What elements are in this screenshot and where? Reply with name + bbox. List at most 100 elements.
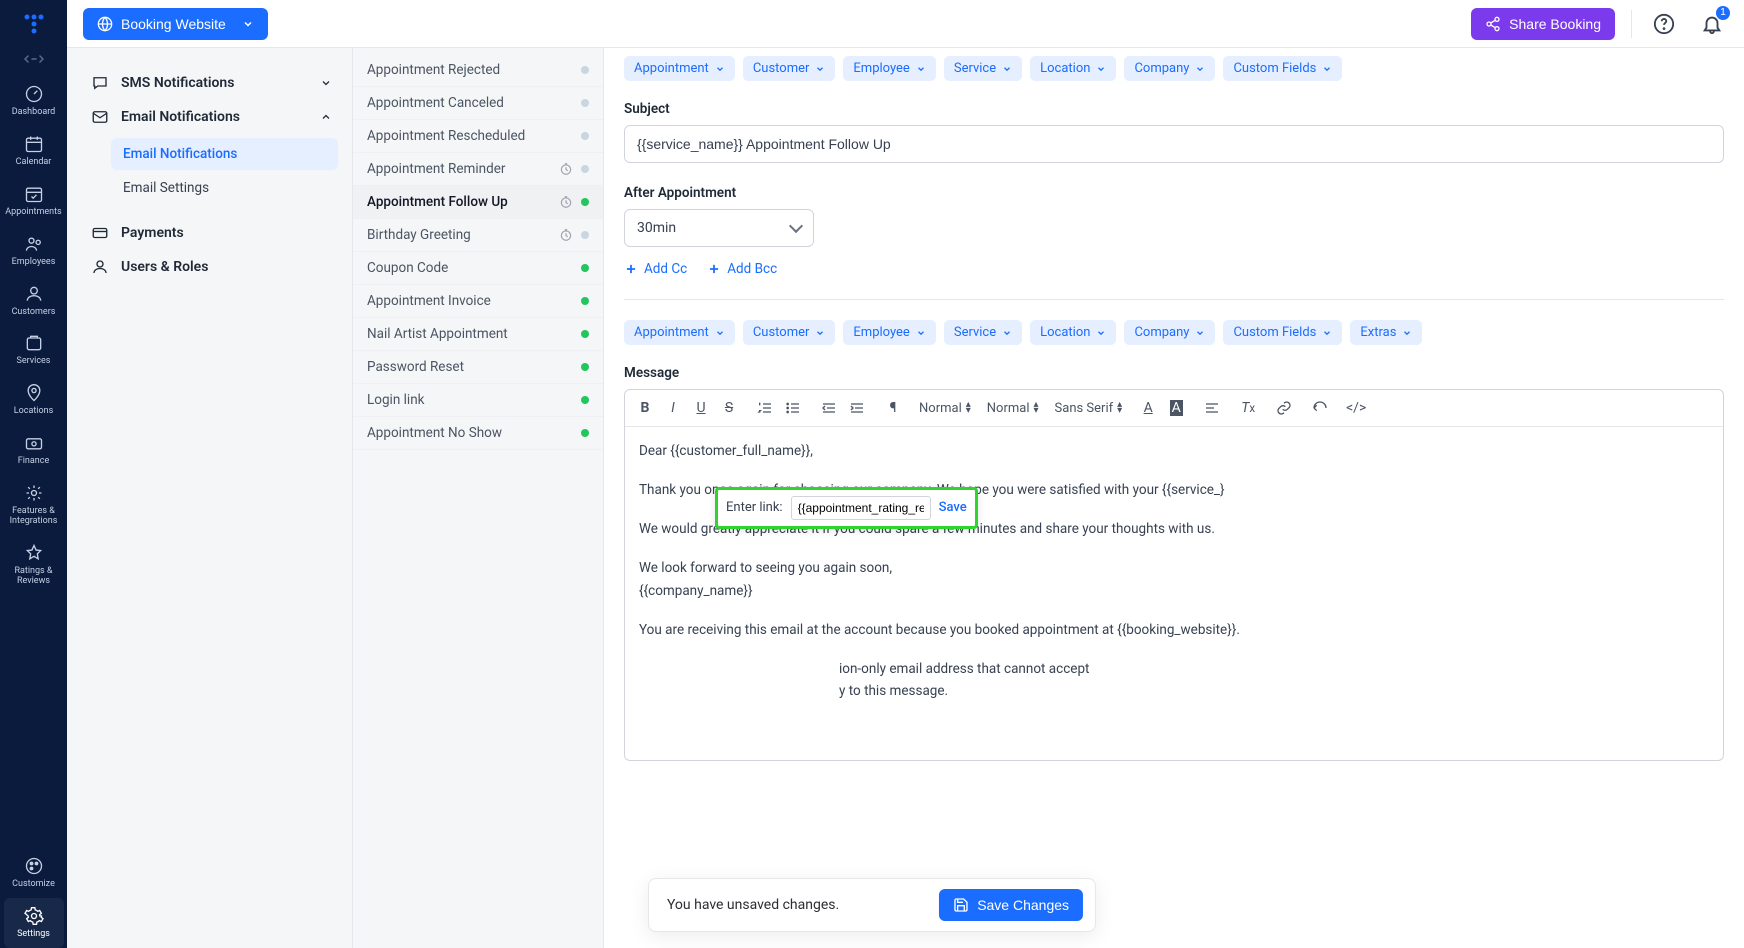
sidenav-label: Locations (14, 407, 53, 417)
booking-website-dropdown[interactable]: Booking Website (83, 8, 268, 40)
message-paragraph: We look forward to seeing you again soon… (639, 558, 1709, 579)
sidenav-item-services[interactable]: Services (4, 325, 64, 375)
bold-button[interactable]: B (635, 398, 655, 418)
underline-button[interactable]: U (691, 398, 711, 418)
sidenav-item-dashboard[interactable]: Dashboard (4, 76, 64, 126)
sidenav-item-locations[interactable]: Locations (4, 375, 64, 425)
notification-type-row[interactable]: Birthday Greeting (353, 219, 603, 252)
share-booking-button[interactable]: Share Booking (1471, 8, 1615, 40)
placeholder-chip[interactable]: Custom Fields (1223, 320, 1342, 345)
placeholder-chip[interactable]: Customer (743, 56, 836, 81)
unordered-list-button[interactable] (783, 398, 803, 418)
app-logo[interactable] (0, 0, 67, 48)
sidenav-item-calendar[interactable]: Calendar (4, 126, 64, 176)
locations-icon (24, 383, 44, 403)
notification-type-row[interactable]: Appointment No Show (353, 417, 603, 450)
sidenav-item-features[interactable]: Features & Integrations (4, 475, 64, 535)
sidenav-label: Finance (18, 457, 49, 467)
placeholder-chip[interactable]: Service (944, 56, 1022, 81)
share-label: Share Booking (1509, 16, 1601, 32)
highlight-button[interactable]: A (1166, 398, 1186, 418)
placeholder-chip[interactable]: Company (1124, 320, 1215, 345)
settings-section-label: Payments (121, 225, 184, 241)
editor-content[interactable]: Dear {{customer_full_name}}, Thank you o… (625, 427, 1723, 760)
header-select[interactable]: Normal ▴▾ (987, 401, 1039, 416)
sidenav-item-ratings[interactable]: Ratings & Reviews (4, 535, 64, 595)
notification-type-row[interactable]: Appointment Rejected (353, 54, 603, 87)
font-size-select[interactable]: Normal ▴▾ (919, 401, 971, 416)
italic-button[interactable]: I (663, 398, 683, 418)
add-cc-link[interactable]: Add Cc (624, 261, 687, 277)
chevron-down-icon (242, 18, 254, 30)
sidenav-item-appointments[interactable]: Appointments (4, 176, 64, 226)
sidenav-label: Customers (12, 308, 56, 318)
chip-label: Company (1134, 61, 1189, 76)
chevron-down-icon (1195, 64, 1205, 74)
chevron-down-icon (815, 64, 825, 74)
notification-type-label: Login link (367, 392, 425, 408)
help-button[interactable] (1648, 8, 1680, 40)
placeholder-chip[interactable]: Location (1030, 56, 1116, 81)
placeholder-chip[interactable]: Company (1124, 56, 1215, 81)
sidenav-item-customers[interactable]: Customers (4, 276, 64, 326)
sidenav-item-employees[interactable]: Employees (4, 226, 64, 276)
add-bcc-link[interactable]: Add Bcc (707, 261, 777, 277)
link-save-button[interactable]: Save (939, 498, 967, 518)
sidenav-label: Dashboard (12, 108, 56, 118)
placeholder-chip[interactable]: Employee (843, 56, 935, 81)
outdent-button[interactable] (819, 398, 839, 418)
placeholder-chip[interactable]: Appointment (624, 56, 735, 81)
notification-type-row[interactable]: Login link (353, 384, 603, 417)
settings-subitem-email-notif[interactable]: Email Notifications (111, 138, 338, 170)
text-color-button[interactable]: A (1138, 398, 1158, 418)
notification-type-row[interactable]: Appointment Rescheduled (353, 120, 603, 153)
font-family-select[interactable]: Sans Serif ▴▾ (1055, 401, 1123, 416)
notification-type-row[interactable]: Appointment Invoice (353, 285, 603, 318)
notifications-button[interactable]: 1 (1696, 8, 1728, 40)
unordered-list-icon (785, 400, 801, 416)
link-icon (1276, 400, 1292, 416)
indent-icon (849, 400, 865, 416)
placeholder-chip[interactable]: Extras (1350, 320, 1422, 345)
strike-button[interactable]: S (719, 398, 739, 418)
notification-type-row[interactable]: Password Reset (353, 351, 603, 384)
settings-section-email[interactable]: Email Notifications (85, 100, 338, 134)
notification-type-row[interactable]: Appointment Follow Up (353, 186, 603, 219)
direction-button[interactable]: ¶ (883, 398, 903, 418)
sidenav-item-finance[interactable]: Finance (4, 425, 64, 475)
sidenav-collapse[interactable] (0, 52, 67, 66)
settings-section-sms[interactable]: SMS Notifications (85, 66, 338, 100)
clear-format-button[interactable]: Tx (1238, 398, 1258, 418)
indent-button[interactable] (847, 398, 867, 418)
align-button[interactable] (1202, 398, 1222, 418)
placeholder-chip[interactable]: Employee (843, 320, 935, 345)
placeholder-chip[interactable]: Location (1030, 320, 1116, 345)
placeholder-chip[interactable]: Custom Fields (1223, 56, 1342, 81)
ordered-list-button[interactable] (755, 398, 775, 418)
placeholder-chip[interactable]: Service (944, 320, 1022, 345)
subject-input[interactable] (624, 125, 1724, 163)
notification-type-row[interactable]: Coupon Code (353, 252, 603, 285)
save-changes-button[interactable]: Save Changes (939, 889, 1083, 921)
notification-type-row[interactable]: Appointment Reminder (353, 153, 603, 186)
chip-label: Service (954, 325, 996, 340)
placeholder-chip[interactable]: Appointment (624, 320, 735, 345)
settings-section-payments[interactable]: Payments (85, 216, 338, 250)
settings-section-users[interactable]: Users & Roles (85, 250, 338, 284)
content-area: SMS Notifications Email Notifications Em… (67, 48, 1744, 948)
undo-button[interactable] (1310, 398, 1330, 418)
link-url-input[interactable] (791, 496, 931, 520)
after-appointment-select[interactable]: 30min (624, 209, 814, 247)
settings-subitem-email-settings[interactable]: Email Settings (111, 172, 338, 204)
notification-type-label: Birthday Greeting (367, 227, 471, 243)
settings-icon (24, 906, 44, 926)
chip-label: Location (1040, 325, 1090, 340)
notification-type-row[interactable]: Appointment Canceled (353, 87, 603, 120)
sidenav-item-settings[interactable]: Settings (4, 898, 64, 948)
placeholder-chip[interactable]: Customer (743, 320, 836, 345)
link-button[interactable] (1274, 398, 1294, 418)
chip-label: Custom Fields (1233, 325, 1316, 340)
notification-type-row[interactable]: Nail Artist Appointment (353, 318, 603, 351)
code-button[interactable]: </> (1346, 398, 1366, 418)
sidenav-item-customize[interactable]: Customize (4, 848, 64, 898)
